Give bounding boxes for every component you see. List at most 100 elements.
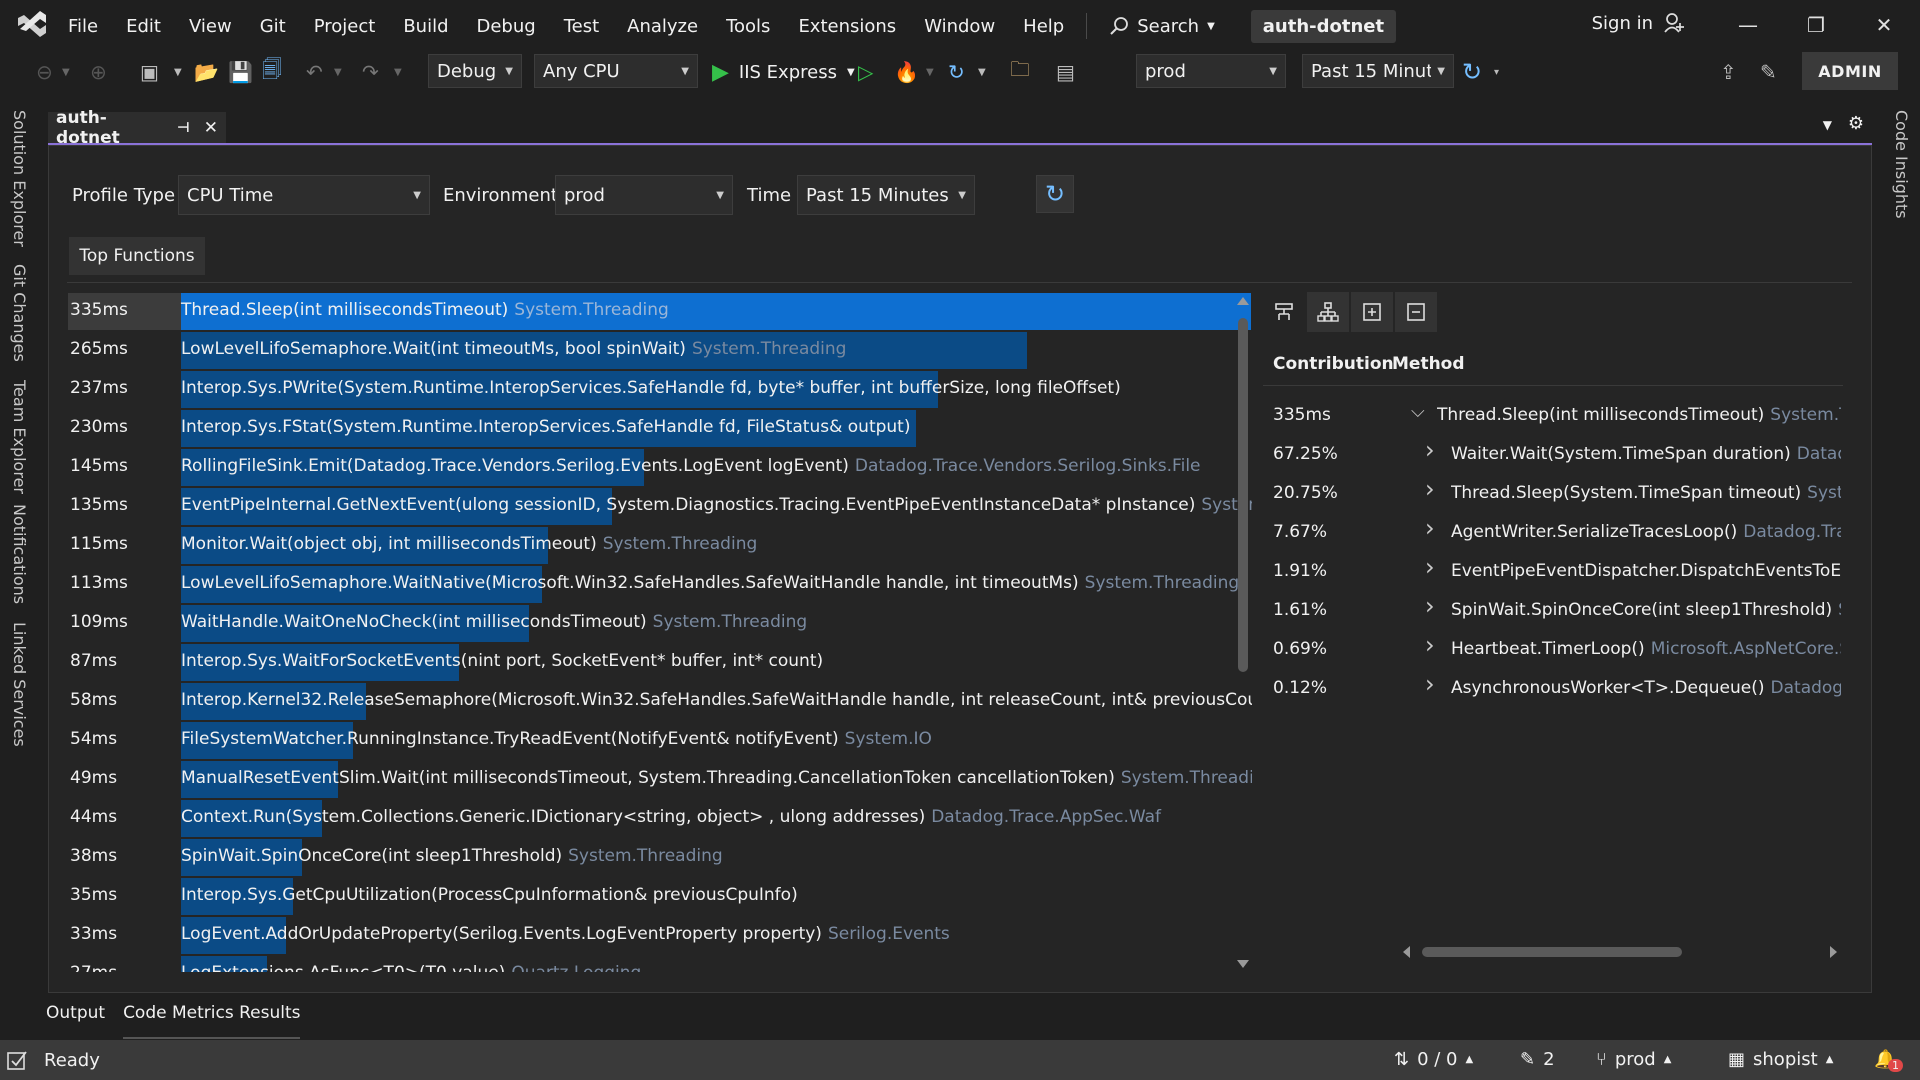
collapse-all-icon[interactable] bbox=[1395, 292, 1437, 332]
admin-badge[interactable]: ADMIN bbox=[1802, 52, 1898, 90]
navigate-forward-icon[interactable]: ⊕ bbox=[90, 58, 107, 86]
git-changes-tab[interactable]: Git Changes bbox=[10, 264, 29, 362]
menu-view[interactable]: View bbox=[175, 16, 246, 37]
tree-row[interactable]: 335ms ⌵ Thread.Sleep(int millisecondsTimeo… bbox=[1263, 397, 1853, 436]
tree-row[interactable]: 1.61% › SpinWait.SpinOnceCore(int sleep1Th… bbox=[1263, 592, 1853, 631]
chevron-down-icon[interactable]: ▼ bbox=[978, 58, 986, 86]
menu-window[interactable]: Window bbox=[910, 16, 1009, 37]
refresh-icon[interactable]: ↻ bbox=[948, 58, 965, 86]
chevron-down-icon[interactable]: ▼ bbox=[394, 58, 402, 86]
menu-analyze[interactable]: Analyze bbox=[613, 16, 712, 37]
table-row[interactable]: 54ms FileSystemWatcher.RunningInstance.Tr… bbox=[68, 721, 1252, 760]
table-row[interactable]: 230ms Interop.Sys.FStat(System.Runtime.In… bbox=[68, 409, 1252, 448]
table-row[interactable]: 49ms ManualResetEventSlim.Wait(int millis… bbox=[68, 760, 1252, 799]
table-row[interactable]: 145ms RollingFileSink.Emit(Datadog.Trace.… bbox=[68, 448, 1252, 487]
table-row[interactable]: 237ms Interop.Sys.PWrite(System.Runtime.I… bbox=[68, 370, 1252, 409]
tab-code-metrics-results[interactable]: Code Metrics Results bbox=[123, 1003, 301, 1039]
table-row[interactable]: 113ms LowLevelLifoSemaphore.WaitNative(Mi… bbox=[68, 565, 1252, 604]
tree-row[interactable]: 1.91% › EventPipeEventDispatcher.DispatchE… bbox=[1263, 553, 1853, 592]
layout-icon[interactable]: ▤ bbox=[1056, 58, 1075, 86]
sync-status[interactable]: ⇅ 0 / 0 ▲ bbox=[1394, 1049, 1473, 1070]
chevron-down-icon[interactable]: ▼ bbox=[62, 58, 70, 86]
notifications-tab[interactable]: Notifications bbox=[10, 504, 29, 604]
menu-extensions[interactable]: Extensions bbox=[784, 16, 910, 37]
toolbar-overflow-icon[interactable]: ▾ bbox=[1494, 58, 1499, 86]
restore-button[interactable]: ❐ bbox=[1796, 10, 1836, 40]
tab-overflow-icon[interactable]: ▼ bbox=[1823, 118, 1832, 132]
sign-in-button[interactable]: Sign in bbox=[1592, 12, 1685, 34]
pin-icon[interactable]: ⊣ bbox=[177, 120, 190, 136]
menu-help[interactable]: Help bbox=[1009, 16, 1078, 37]
table-row[interactable]: 44ms Context.Run(System.Collections.Gener… bbox=[68, 799, 1252, 838]
menu-build[interactable]: Build bbox=[389, 16, 462, 37]
hierarchy-icon[interactable] bbox=[1307, 292, 1349, 332]
save-icon[interactable]: 💾 bbox=[228, 58, 253, 86]
platform-dropdown[interactable]: Any CPU ▼ bbox=[534, 54, 698, 88]
menu-debug[interactable]: Debug bbox=[463, 16, 550, 37]
hot-reload-icon[interactable]: 🔥 bbox=[894, 58, 919, 86]
gear-icon[interactable]: ⚙ bbox=[1848, 113, 1864, 134]
tree-row[interactable]: 7.67% › AgentWriter.SerializeTracesLoop() D… bbox=[1263, 514, 1853, 553]
linked-services-tab[interactable]: Linked Services bbox=[10, 622, 29, 747]
table-row[interactable]: 33ms LogEvent.AddOrUpdateProperty(Serilog… bbox=[68, 916, 1252, 955]
repository-selector[interactable]: ▦ shopist ▲ bbox=[1728, 1049, 1833, 1070]
browse-folder-icon[interactable]: 🗀 bbox=[1010, 57, 1030, 86]
filter-tree-icon[interactable] bbox=[1263, 292, 1305, 332]
chevron-right-icon[interactable]: › bbox=[1425, 670, 1435, 698]
live-share-icon[interactable]: ⇪ bbox=[1720, 58, 1737, 86]
table-row[interactable]: 58ms Interop.Kernel32.ReleaseSemaphore(Mi… bbox=[68, 682, 1252, 721]
branch-selector[interactable]: ⑂ prod ▲ bbox=[1596, 1049, 1671, 1070]
start-without-debugging-icon[interactable]: ▷ bbox=[858, 58, 873, 86]
open-folder-icon[interactable]: 📂 bbox=[194, 58, 219, 86]
table-row[interactable]: 265ms LowLevelLifoSemaphore.Wait(int time… bbox=[68, 331, 1252, 370]
save-all-icon[interactable]: 🗐 bbox=[262, 57, 282, 86]
start-debugging-button[interactable]: ▶ IIS Express ▼ bbox=[712, 56, 855, 88]
refresh-button[interactable]: ↻ bbox=[1036, 175, 1074, 213]
document-tab[interactable]: auth-dotnet ⊣ ✕ bbox=[48, 108, 226, 148]
tree-row[interactable]: 0.12% › AsynchronousWorker<T>.Dequeue() Dat… bbox=[1263, 670, 1853, 709]
chevron-down-icon[interactable]: ▼ bbox=[334, 58, 342, 86]
search-button[interactable]: Search ▼ bbox=[1095, 16, 1229, 37]
table-row[interactable]: 87ms Interop.Sys.WaitForSocketEvents(nint… bbox=[68, 643, 1252, 682]
new-project-icon[interactable]: ▣ bbox=[140, 58, 159, 86]
notifications-button[interactable]: 🔔 1 bbox=[1874, 1049, 1903, 1072]
table-row[interactable]: 35ms Interop.Sys.GetCpuUtilization(Proces… bbox=[68, 877, 1252, 916]
environment-dropdown[interactable]: prod ▼ bbox=[555, 175, 733, 215]
chevron-right-icon[interactable]: › bbox=[1425, 475, 1435, 503]
time-dropdown[interactable]: Past 15 Minutes ▼ bbox=[797, 175, 975, 215]
contribution-column-header[interactable]: Contribution bbox=[1273, 354, 1394, 374]
table-row[interactable]: 27ms LogExtensions.AsFunc<T0>(T0 value) Qu… bbox=[68, 955, 1252, 972]
chevron-right-icon[interactable]: › bbox=[1425, 514, 1435, 542]
tab-top-functions[interactable]: Top Functions bbox=[69, 237, 205, 275]
code-insights-tab[interactable]: Code Insights bbox=[1892, 110, 1911, 219]
chevron-right-icon[interactable]: › bbox=[1425, 553, 1435, 581]
menu-file[interactable]: File bbox=[54, 16, 112, 37]
tree-row[interactable]: 67.25% › Waiter.Wait(System.TimeSpan durat… bbox=[1263, 436, 1853, 475]
team-explorer-tab[interactable]: Team Explorer bbox=[10, 380, 29, 494]
tree-row[interactable]: 0.69% › Heartbeat.TimerLoop() Microsoft.Asp… bbox=[1263, 631, 1853, 670]
menu-tools[interactable]: Tools bbox=[712, 16, 784, 37]
table-row[interactable]: 109ms WaitHandle.WaitOneNoCheck(int milli… bbox=[68, 604, 1252, 643]
toolbar-time-dropdown[interactable]: Past 15 Minute: ▼ bbox=[1302, 54, 1454, 88]
tree-row[interactable]: 20.75% › Thread.Sleep(System.TimeSpan time… bbox=[1263, 475, 1853, 514]
table-row[interactable]: 335ms Thread.Sleep(int millisecondsTimeou… bbox=[68, 292, 1252, 331]
vertical-scrollbar[interactable] bbox=[1232, 296, 1254, 972]
minimize-button[interactable]: — bbox=[1728, 10, 1768, 40]
chevron-down-icon[interactable]: ▼ bbox=[174, 58, 182, 86]
feedback-icon[interactable]: ✎ bbox=[1760, 58, 1777, 86]
configuration-dropdown[interactable]: Debug ▼ bbox=[428, 54, 522, 88]
pending-edits[interactable]: ✎ 2 bbox=[1520, 1049, 1555, 1070]
undo-icon[interactable]: ↶ bbox=[306, 58, 323, 86]
close-window-button[interactable]: ✕ bbox=[1864, 10, 1904, 40]
table-row[interactable]: 135ms EventPipeInternal.GetNextEvent(ulon… bbox=[68, 487, 1252, 526]
menu-git[interactable]: Git bbox=[246, 16, 300, 37]
table-row[interactable]: 38ms SpinWait.SpinOnceCore(int sleep1Thre… bbox=[68, 838, 1252, 877]
solution-explorer-tab[interactable]: Solution Explorer bbox=[10, 110, 29, 247]
chevron-right-icon[interactable]: › bbox=[1425, 436, 1435, 464]
redo-icon[interactable]: ↷ bbox=[362, 58, 379, 86]
tab-output[interactable]: Output bbox=[46, 1003, 105, 1039]
toolbar-environment-dropdown[interactable]: prod ▼ bbox=[1136, 54, 1286, 88]
method-column-header[interactable]: Method bbox=[1392, 354, 1465, 374]
chevron-right-icon[interactable]: › bbox=[1425, 631, 1435, 659]
profile-type-dropdown[interactable]: CPU Time ▼ bbox=[178, 175, 430, 215]
